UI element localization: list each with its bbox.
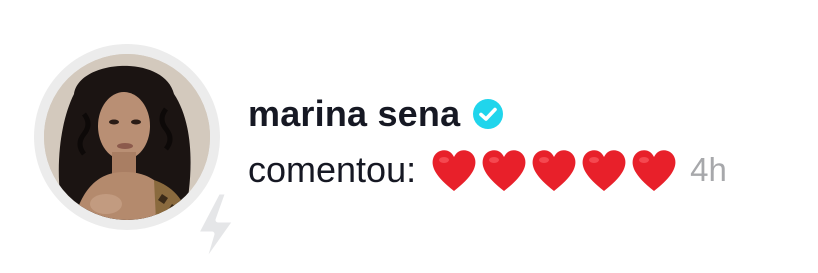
- avatar[interactable]: [34, 44, 239, 270]
- heart-emoji-icon: [632, 150, 676, 191]
- lightning-bolt-icon: [193, 190, 239, 270]
- comment-notification[interactable]: marina sena comentou: 4h: [0, 0, 818, 273]
- profile-photo: [44, 54, 210, 220]
- heart-emoji-icon: [482, 150, 526, 191]
- heart-emoji-icon: [582, 150, 626, 191]
- username[interactable]: marina sena: [248, 92, 460, 136]
- heart-emoji-icon: [532, 150, 576, 191]
- name-row: marina sena: [248, 92, 727, 136]
- action-label: comentou:: [248, 149, 417, 190]
- heart-emoji-icon: [432, 150, 476, 191]
- notification-text: marina sena comentou: 4h: [248, 92, 727, 198]
- comment-hearts: [430, 147, 680, 193]
- timestamp: 4h: [690, 151, 727, 188]
- verified-badge-icon: [473, 99, 504, 129]
- comment-row: comentou: 4h: [248, 142, 727, 198]
